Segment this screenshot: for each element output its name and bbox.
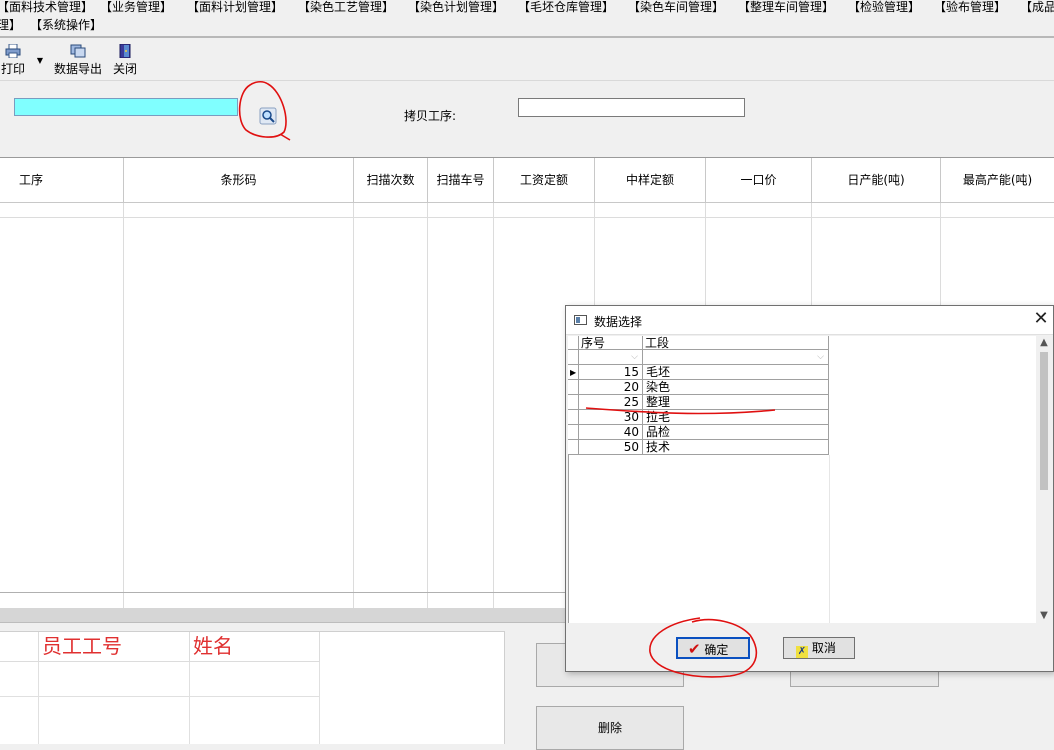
dialog-title: 数据选择 [594,315,643,329]
menu-dye-plan[interactable]: 【染色计划管理】 [408,0,504,14]
close-button[interactable]: 关闭 [110,42,140,76]
delete-button[interactable]: 删除 [536,706,684,750]
door-exit-icon [119,44,131,58]
emp-col-line [189,662,190,744]
scroll-up-icon[interactable]: ▲ [1036,336,1052,350]
close-label: 关闭 [112,62,137,76]
current-row-arrow-icon: ▶ [570,368,577,377]
dialog-body: 序号 工段 ⌵ ⌵ ▶ 15 毛坯 20 染色 25 整理 30 拉毛 40 品… [568,336,1052,623]
emp-col-line [319,662,320,744]
cancel-button[interactable]: ✗ 取消 [783,637,855,659]
magnifier-icon [259,107,277,125]
row-4-section[interactable]: 拉毛 [643,410,829,425]
scroll-thumb[interactable] [1040,352,1048,490]
emp-col-employee-no[interactable]: 员工工号 [39,632,190,662]
dialog-titlebar[interactable]: 数据选择 ✕ [566,306,1053,335]
employee-table: 员工工号 姓名 [0,631,505,744]
table-right-border [829,455,830,623]
filter-panel: 拷贝工序: [0,82,1054,156]
scroll-down-icon[interactable]: ▼ [1036,609,1052,623]
menu-fabric-plan[interactable]: 【面料计划管理】 [187,0,283,14]
dialog-footer: ✔ 确定 ✗ 取消 [566,624,1053,672]
filter-section[interactable]: ⌵ [643,350,829,365]
copy-process-input[interactable] [518,98,745,117]
print-button[interactable]: 打印 [0,42,26,76]
grid-divider [427,203,428,608]
ok-button[interactable]: ✔ 确定 [676,637,750,659]
row-2-seq-no[interactable]: 20 [579,380,643,395]
col-max-capacity[interactable]: 最高产能(吨) [941,158,1054,203]
row-indicator [568,425,579,440]
search-button[interactable] [259,107,277,125]
export-label: 数据导出 [53,62,102,76]
menu-system[interactable]: 【系统操作】 [30,18,102,32]
table-left-border [568,455,569,623]
menu-fabric-tech[interactable]: 【面料技术管理】 [0,0,93,14]
menu-business[interactable]: 【业务管理】 [100,0,172,14]
printer-icon [5,44,21,58]
data-selection-dialog: 数据选择 ✕ 序号 工段 ⌵ ⌵ ▶ 15 毛坯 20 染色 25 整理 30 … [565,305,1054,672]
col-process[interactable]: 工序 [0,158,124,203]
export-icon [70,44,86,58]
row-1-section[interactable]: 毛坯 [643,365,829,380]
row-2-section[interactable]: 染色 [643,380,829,395]
col-daily-capacity[interactable]: 日产能(吨) [812,158,941,203]
row-5-section[interactable]: 品检 [643,425,829,440]
row-6-seq-no[interactable]: 50 [579,440,643,455]
emp-col-name[interactable]: 姓名 [190,632,320,662]
row-4-seq-no[interactable]: 30 [579,410,643,425]
col-scan-vehicle[interactable]: 扫描车号 [428,158,494,203]
menu-finished-goods-cont[interactable]: 理】 [0,18,21,32]
grid-divider [123,203,124,608]
menu-bar: 【面料技术管理】 【业务管理】 【面料计划管理】 【染色工艺管理】 【染色计划管… [0,0,1054,38]
dialog-close-button[interactable]: ✕ [1031,309,1051,329]
window-icon [574,315,587,325]
print-label: 打印 [0,62,25,76]
running-man-icon: ✗ [796,646,808,658]
menu-greige-warehouse[interactable]: 【毛坯仓库管理】 [518,0,614,14]
emp-row-line [0,696,320,697]
col-sample-quota[interactable]: 中样定额 [595,158,706,203]
row-indicator [568,440,579,455]
print-dropdown-button[interactable]: ▼ [33,42,47,76]
cancel-label: 取消 [811,641,836,655]
filter-row-indicator [568,350,579,365]
menu-finishing-workshop[interactable]: 【整理车间管理】 [738,0,834,14]
menu-finished-goods[interactable]: 【成品 [1020,0,1054,14]
row-indicator: ▶ [568,365,579,380]
col-seq-no[interactable]: 序号 [579,336,643,350]
col-flat-price[interactable]: 一口价 [706,158,812,203]
table-corner [568,336,579,350]
col-section[interactable]: 工段 [643,336,829,350]
dialog-vertical-scrollbar[interactable]: ▲ ▼ [1036,336,1052,623]
row-indicator [568,410,579,425]
copy-process-label: 拷贝工序: [404,109,457,123]
col-scan-count[interactable]: 扫描次数 [354,158,428,203]
grid-filter-row[interactable] [0,203,1054,218]
row-5-seq-no[interactable]: 40 [579,425,643,440]
row-6-section[interactable]: 技术 [643,440,829,455]
grid-divider [493,203,494,608]
ok-label: 确定 [704,643,729,657]
menu-cloth-inspection[interactable]: 【验布管理】 [934,0,1006,14]
menu-dye-process[interactable]: 【染色工艺管理】 [298,0,394,14]
row-indicator [568,395,579,410]
row-indicator [568,380,579,395]
emp-col-line [38,662,39,744]
toolbar: 打印 ▼ 数据导出 关闭 [0,38,1054,81]
emp-col-indicator [0,632,39,662]
row-3-section[interactable]: 整理 [643,395,829,410]
process-input[interactable] [14,98,238,116]
checkmark-icon: ✔ [688,640,701,658]
menu-dye-workshop[interactable]: 【染色车间管理】 [628,0,724,14]
col-barcode[interactable]: 条形码 [124,158,354,203]
grid-divider [353,203,354,608]
chevron-down-icon: ▼ [36,56,44,65]
menu-inspection[interactable]: 【检验管理】 [848,0,920,14]
row-3-seq-no[interactable]: 25 [579,395,643,410]
col-wage-quota[interactable]: 工资定额 [494,158,595,203]
export-button[interactable]: 数据导出 [52,42,104,76]
row-1-seq-no[interactable]: 15 [579,365,643,380]
filter-seq-no[interactable]: ⌵ [579,350,643,365]
